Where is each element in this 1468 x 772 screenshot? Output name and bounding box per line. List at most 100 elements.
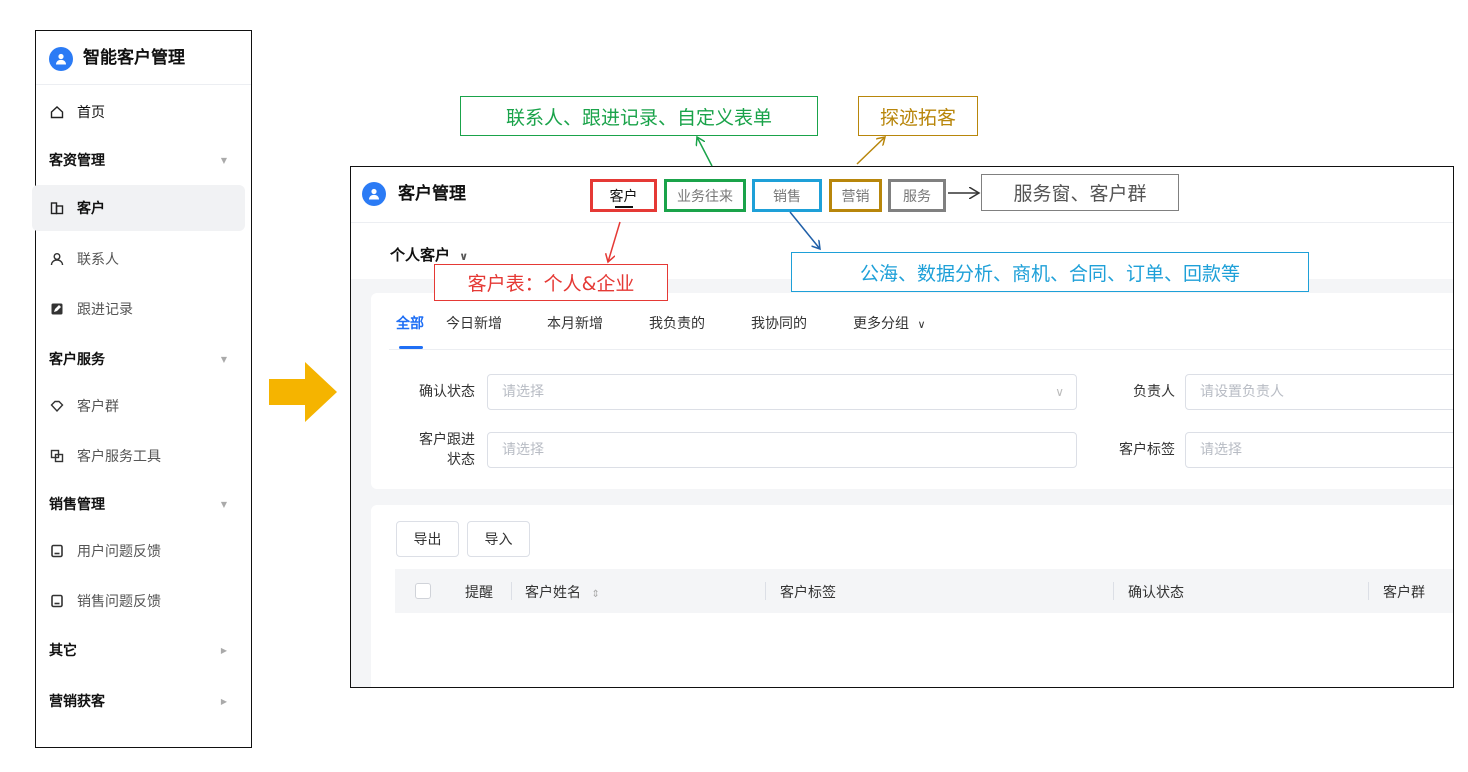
col-confirm-status: 确认状态 [1128,585,1184,601]
sidebar-item-label: 用户问题反馈 [77,544,161,560]
subtab-today-new[interactable]: 今日新增 [446,313,502,333]
sidebar-group-customer-mgmt[interactable]: 客资管理 ▼ [36,137,251,183]
select-placeholder: 请设置负责人 [1200,384,1284,400]
sidebar-item-label: 客户群 [77,399,119,415]
home-icon [49,104,65,120]
column-separator [765,582,766,600]
sidebar-group-label: 其它 [49,643,77,659]
divider [389,349,1453,350]
caret-down-icon: ▼ [220,354,227,364]
caret-down-icon: ▼ [220,499,227,509]
sidebar-item-label: 销售问题反馈 [77,594,161,610]
tab-marketing[interactable]: 营销 [829,179,882,212]
tab-underline [615,206,633,208]
follow-status-label: 客户跟进 状态 [393,430,475,470]
select-placeholder: 请选择 [502,384,544,400]
sidebar-item-contacts[interactable]: 联系人 [36,236,251,282]
building-icon [49,200,65,216]
sidebar-group-customer-service[interactable]: 客户服务 ▼ [36,336,251,382]
tab-label: 服务 [903,188,931,205]
sidebar-group-marketing[interactable]: 营销获客 ▶ [36,678,251,724]
import-button[interactable]: 导入 [467,521,530,557]
follow-status-select[interactable]: 请选择 [487,432,1077,468]
tab-service[interactable]: 服务 [888,179,946,212]
filter-card: 全部 今日新增 本月新增 我负责的 我协同的 更多分组 ∨ 确认状态 请选择 ∨… [371,293,1453,489]
view-selector[interactable]: 个人客户 ∨ [390,244,468,265]
confirm-status-label: 确认状态 [419,384,475,400]
right-arrow-icon [269,362,337,422]
view-selector-label: 个人客户 [390,246,451,264]
select-placeholder: 请选择 [1200,442,1242,458]
chevron-down-icon: ∨ [917,318,926,331]
sidebar-item-sales-feedback[interactable]: 销售问题反馈 [36,578,251,624]
app-title: 智能客户管理 [83,48,185,68]
table-header: 提醒 客户姓名 ⇕ 客户标签 确认状态 客户群 [395,569,1453,613]
chevron-down-icon: ∨ [459,250,469,263]
tab-customer[interactable]: 客户 [590,179,657,212]
sidebar-header: 智能客户管理 [36,31,251,85]
diamond-icon [49,398,65,414]
edit-note-icon [49,301,65,317]
annotation-business: 联系人、跟进记录、自定义表单 [460,96,818,136]
col-customer-group: 客户群 [1383,585,1425,601]
caret-down-icon: ▼ [220,155,227,165]
sidebar-item-followup[interactable]: 跟进记录 [36,286,251,332]
select-placeholder: 请选择 [502,442,544,458]
top-bar: 客户管理 客户 业务往来 销售 营销 服务 [351,167,1453,223]
tab-label: 客户 [609,188,638,205]
annotation-service: 服务窗、客户群 [981,174,1179,211]
subtab-all[interactable]: 全部 [396,313,424,333]
page-title: 客户管理 [398,184,466,204]
sidebar-group-label: 客资管理 [49,153,105,169]
column-separator [511,582,512,600]
sidebar-group-label: 营销获客 [49,694,105,710]
sort-icon: ⇕ [591,589,600,600]
person-icon [49,251,65,267]
sidebar-item-label: 客户 [77,201,105,217]
annotation-sales: 公海、数据分析、商机、合同、订单、回款等 [791,252,1309,292]
owner-select[interactable]: 请设置负责人 [1185,374,1453,410]
subtab-collab[interactable]: 我协同的 [751,313,807,333]
sidebar-item-label: 联系人 [77,252,119,268]
col-customer-name[interactable]: 客户姓名 ⇕ [525,582,600,602]
label-line: 状态 [447,452,475,468]
sidebar-item-label: 首页 [77,105,105,121]
document-icon [49,593,65,609]
owner-label: 负责人 [1133,384,1175,400]
column-separator [1113,582,1114,600]
tab-business[interactable]: 业务往来 [664,179,746,212]
sidebar-item-home[interactable]: 首页 [36,89,251,135]
table-card: 导出 导入 提醒 客户姓名 ⇕ 客户标签 确认状态 客户群 [371,505,1453,687]
subtab-label: 更多分组 [853,316,909,332]
chevron-down-icon: ∨ [1055,385,1064,399]
document-icon [49,543,65,559]
col-reminder: 提醒 [465,585,493,601]
select-all-checkbox[interactable] [415,583,431,599]
caret-right-icon: ▶ [220,645,227,655]
subtab-mine[interactable]: 我负责的 [649,313,705,333]
user-logo-icon [362,182,386,206]
annotation-marketing: 探迹拓客 [858,96,978,136]
tab-label: 业务往来 [677,188,733,205]
sidebar-item-service-tools[interactable]: 客户服务工具 [36,433,251,479]
tags-select[interactable]: 请选择 [1185,432,1453,468]
customer-mgmt-window: 客户管理 客户 业务往来 销售 营销 服务 个人客户 ∨ 全部 今日新增 本月新… [350,166,1454,688]
sidebar-item-customer-group[interactable]: 客户群 [36,383,251,429]
sidebar-item-customer[interactable]: 客户 [32,185,245,231]
sidebar-group-label: 客户服务 [49,352,105,368]
export-button[interactable]: 导出 [396,521,459,557]
label-line: 客户跟进 [419,432,475,448]
subtab-more-groups[interactable]: 更多分组 ∨ [853,313,926,333]
tab-sales[interactable]: 销售 [752,179,822,212]
sidebar-group-other[interactable]: 其它 ▶ [36,627,251,673]
user-logo-icon [49,47,73,71]
sidebar-item-label: 跟进记录 [77,302,133,318]
tab-label: 销售 [773,188,801,205]
tab-label: 营销 [841,188,870,205]
col-label: 客户姓名 [525,585,581,601]
subtab-month-new[interactable]: 本月新增 [547,313,603,333]
sidebar-group-sales-mgmt[interactable]: 销售管理 ▼ [36,481,251,527]
sidebar-item-user-feedback[interactable]: 用户问题反馈 [36,528,251,574]
confirm-status-select[interactable]: 请选择 ∨ [487,374,1077,410]
tools-icon [49,448,65,464]
